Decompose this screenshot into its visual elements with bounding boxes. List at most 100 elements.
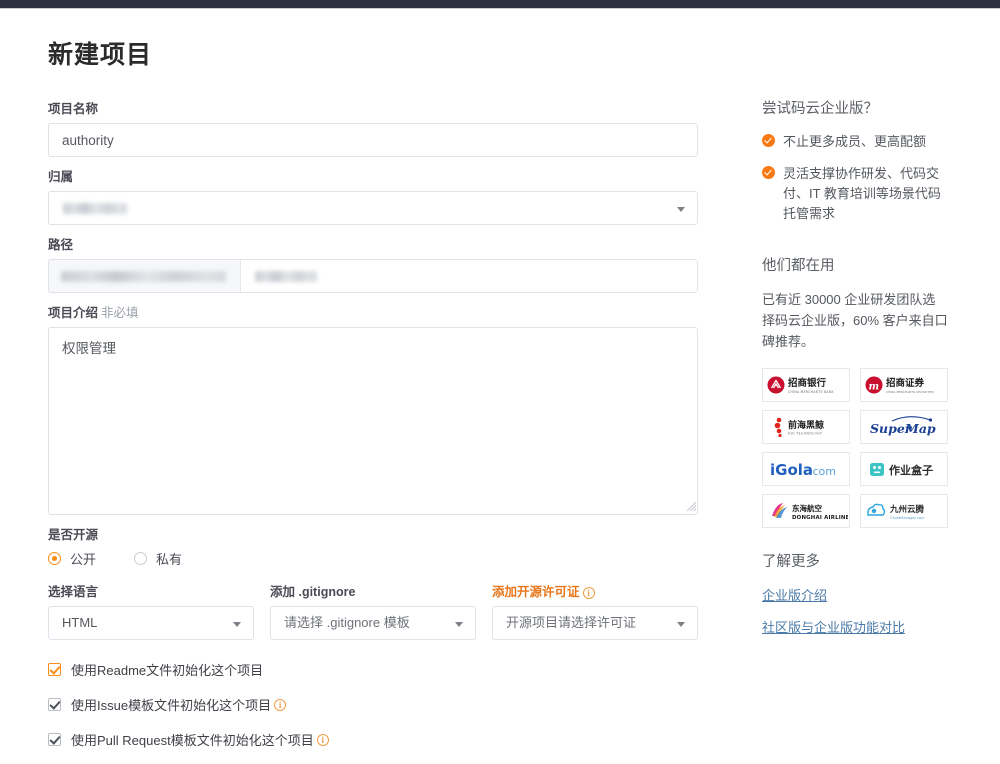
field-project-name: 项目名称	[48, 101, 700, 157]
field-path: 路径	[48, 237, 700, 293]
checkbox-readme[interactable]: 使用Readme文件初始化这个项目	[48, 660, 700, 679]
path-value-redacted	[255, 271, 317, 282]
logo-donghai-airlines: 东海航空 DONGHAI AIRLINES	[762, 494, 850, 528]
radio-public-label: 公开	[70, 552, 97, 567]
info-icon[interactable]: i	[582, 587, 595, 599]
supermap-logo-icon: Super Map	[870, 416, 936, 436]
promo-bullet-2-text: 灵活支撑协作研发、代码交付、IT 教育培训等场景代码托管需求	[783, 166, 941, 221]
checkbox-issue-template-box	[48, 698, 61, 711]
path-input[interactable]	[241, 260, 697, 292]
radio-public[interactable]: 公开	[48, 549, 96, 568]
svg-text:iGola: iGola	[770, 461, 813, 479]
description-optional-tag: 非必填	[101, 306, 139, 320]
checkbox-readme-label: 使用Readme文件初始化这个项目	[71, 663, 264, 678]
radio-private[interactable]: 私有	[134, 549, 182, 568]
checkbox-issue-template-label: 使用Issue模板文件初始化这个项目	[71, 698, 272, 713]
visibility-label: 是否开源	[48, 528, 99, 542]
options-select-row: 选择语言 HTML 添加 .gitignore 请选择 .gitignore 模…	[48, 584, 700, 640]
info-icon[interactable]: i	[316, 733, 329, 746]
path-prefix-redacted	[61, 271, 226, 282]
new-project-form: 新建项目 项目名称 归属 路径	[48, 35, 700, 764]
path-prefix-addon	[49, 260, 241, 292]
svg-text:招商银行: 招商银行	[788, 377, 827, 389]
logo-china-merchants-securities: m 招商证券 CHINA MERCHANTS SECURITIES	[860, 368, 948, 402]
check-circle-icon	[762, 166, 775, 179]
gitignore-select[interactable]: 请选择 .gitignore 模板	[270, 606, 476, 640]
language-select[interactable]: HTML	[48, 606, 254, 640]
license-value: 开源项目请选择许可证	[506, 615, 637, 630]
svg-text:.com: .com	[809, 465, 836, 478]
path-input-group	[48, 259, 698, 293]
svg-text:Map: Map	[904, 421, 936, 436]
link-enterprise-intro[interactable]: 企业版介绍	[762, 585, 948, 604]
chevron-down-icon	[677, 622, 685, 627]
language-label: 选择语言	[48, 585, 99, 599]
field-language: 选择语言 HTML	[48, 584, 254, 640]
description-label: 项目介绍 非必填	[48, 305, 700, 321]
init-options: 使用Readme文件初始化这个项目 使用Issue模板文件初始化这个项目 i 使…	[48, 660, 700, 749]
svg-text:东海航空: 东海航空	[792, 503, 822, 513]
chevron-down-icon	[233, 622, 241, 627]
page-title: 新建项目	[48, 41, 153, 69]
path-label: 路径	[48, 238, 74, 252]
zuoye-hezi-logo-icon: 作业盒子	[870, 463, 933, 477]
gitignore-value: 请选择 .gitignore 模板	[284, 615, 410, 630]
radio-private-dot	[134, 552, 148, 565]
description-textarea[interactable]	[48, 327, 698, 515]
project-name-input[interactable]	[48, 123, 698, 157]
customers-text: 已有近 30000 企业研发团队选择码云企业版，60% 客户来自口碑推荐。	[762, 292, 948, 349]
info-icon[interactable]: i	[274, 698, 287, 711]
customer-logo-grid: 招商银行 CHINA MERCHANTS BANK m 招商证券 CHINA M…	[762, 368, 948, 528]
license-select[interactable]: 开源项目请选择许可证	[492, 606, 698, 640]
owner-label: 归属	[48, 170, 74, 184]
field-owner: 归属	[48, 169, 700, 225]
description-label-text: 项目介绍	[48, 306, 99, 320]
promo-bullet-1-text: 不止更多成员、更高配额	[783, 134, 927, 149]
owner-value-redacted	[63, 203, 127, 214]
svg-text:HUI TECHNOLOGY: HUI TECHNOLOGY	[788, 432, 822, 436]
site-top-bar	[0, 0, 1000, 9]
promo-bullet-1: 不止更多成员、更高配额	[762, 132, 948, 152]
china-merchants-securities-logo-icon: m 招商证券 CHINA MERCHANTS SECURITIES	[865, 376, 934, 394]
checkbox-readme-box	[48, 663, 61, 676]
owner-select[interactable]	[48, 191, 698, 225]
link-community-vs-enterprise[interactable]: 社区版与企业版功能对比	[762, 617, 948, 636]
project-name-label: 项目名称	[48, 102, 99, 116]
new-project-page: 新建项目 项目名称 归属 路径	[0, 9, 1000, 764]
license-label-text: 添加开源许可证	[492, 585, 580, 599]
radio-public-dot	[48, 552, 61, 565]
svg-text:CloudManager.com: CloudManager.com	[890, 516, 925, 520]
logo-supermap: Super Map	[860, 410, 948, 444]
chevron-down-icon	[677, 207, 685, 212]
logo-qianhai-heijing: 前海黑鲸 HUI TECHNOLOGY	[762, 410, 850, 444]
checkbox-pr-template[interactable]: 使用Pull Request模板文件初始化这个项目 i	[48, 730, 700, 749]
field-visibility: 是否开源 公开 私有	[48, 527, 700, 568]
description-wrapper	[48, 327, 700, 515]
check-circle-icon	[762, 134, 775, 147]
promo-sidebar: 尝试码云企业版？ 不止更多成员、更高配额 灵活支撑协作研发、代码交付、IT 教育…	[762, 97, 948, 649]
promo-heading: 尝试码云企业版？	[762, 101, 878, 117]
igola-logo-icon: iGola .com	[770, 461, 836, 479]
logo-igola: iGola .com	[762, 452, 850, 486]
svg-text:作业盒子: 作业盒子	[889, 463, 933, 477]
promo-bullet-2: 灵活支撑协作研发、代码交付、IT 教育培训等场景代码托管需求	[762, 164, 948, 224]
license-label: 添加开源许可证 i	[492, 584, 698, 600]
chevron-down-icon	[455, 622, 463, 627]
svg-text:前海黑鲸: 前海黑鲸	[788, 419, 824, 431]
customers-heading: 他们都在用	[762, 258, 835, 274]
svg-text:九州云腾: 九州云腾	[889, 504, 925, 515]
field-gitignore: 添加 .gitignore 请选择 .gitignore 模板	[270, 584, 476, 640]
checkbox-issue-template[interactable]: 使用Issue模板文件初始化这个项目 i	[48, 695, 700, 714]
radio-private-label: 私有	[156, 552, 183, 567]
logo-jiuzhou-yunteng: 九州云腾 CloudManager.com	[860, 494, 948, 528]
visibility-radio-group: 公开 私有	[48, 549, 700, 568]
svg-text:DONGHAI AIRLINES: DONGHAI AIRLINES	[792, 515, 848, 521]
donghai-airlines-logo-icon: 东海航空 DONGHAI AIRLINES	[772, 503, 848, 521]
field-description: 项目介绍 非必填	[48, 305, 700, 515]
svg-text:CHINA MERCHANTS BANK: CHINA MERCHANTS BANK	[788, 390, 834, 394]
logo-china-merchants-bank: 招商银行 CHINA MERCHANTS BANK	[762, 368, 850, 402]
svg-text:m: m	[869, 382, 880, 393]
svg-text:CHINA MERCHANTS SECURITIES: CHINA MERCHANTS SECURITIES	[886, 390, 934, 394]
checkbox-pr-template-box	[48, 733, 61, 746]
gitignore-label: 添加 .gitignore	[270, 585, 356, 599]
